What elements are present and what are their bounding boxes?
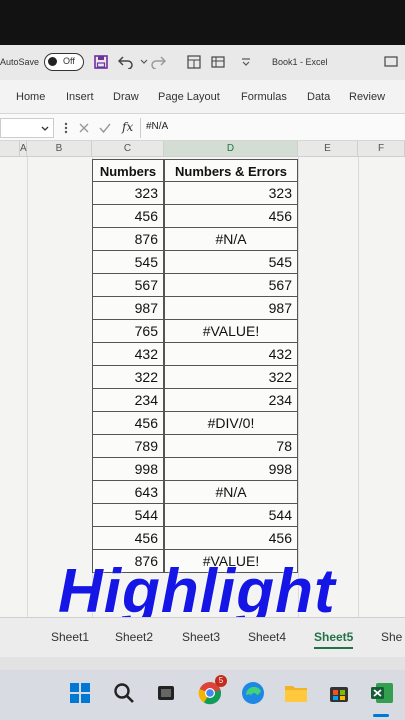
autosave-state: Off	[63, 56, 75, 66]
file-explorer-icon[interactable]	[283, 680, 309, 706]
cell-numbers[interactable]: 789	[92, 435, 164, 458]
autosave-toggle[interactable]: Off	[44, 53, 84, 71]
sheet-tab-5[interactable]: Sheet5	[314, 630, 354, 649]
tab-review[interactable]: Review	[349, 91, 385, 103]
sheet-tab-4[interactable]: Sheet4	[248, 630, 286, 644]
formula-input[interactable]: #N/A	[146, 121, 168, 132]
insert-function-button[interactable]: fx	[122, 120, 133, 134]
store-icon[interactable]	[326, 680, 352, 706]
ribbon-tabs: Home Insert Draw Page Layout Formulas Da…	[0, 80, 405, 113]
search-icon[interactable]	[111, 680, 137, 706]
tab-page-layout[interactable]: Page Layout	[158, 91, 220, 103]
customize-quick-access-icon[interactable]	[238, 54, 254, 70]
cell-numbers-errors[interactable]: 544	[164, 504, 298, 527]
cell-numbers-errors[interactable]: 545	[164, 251, 298, 274]
cell-numbers[interactable]: 567	[92, 274, 164, 297]
gridline	[358, 157, 359, 617]
cell-numbers-errors[interactable]: 998	[164, 458, 298, 481]
sheet-tab-2[interactable]: Sheet2	[115, 630, 153, 644]
tab-data[interactable]: Data	[307, 91, 330, 103]
comments-icon[interactable]	[383, 54, 399, 70]
table-icon[interactable]	[210, 54, 226, 70]
column-header-b[interactable]: B	[27, 141, 92, 157]
cell-numbers[interactable]: 456	[92, 205, 164, 228]
select-all-corner[interactable]	[0, 141, 20, 157]
worksheet-grid[interactable]: A B C D E F Numbers Numbers & Errors 323 32…	[0, 141, 405, 617]
tab-insert[interactable]: Insert	[66, 91, 94, 103]
formula-separator	[140, 118, 141, 138]
cell-numbers-errors[interactable]: #N/A	[164, 228, 298, 251]
cell-numbers[interactable]: 432	[92, 343, 164, 366]
header-numbers[interactable]: Numbers	[92, 159, 164, 182]
cell-numbers-errors[interactable]: 567	[164, 274, 298, 297]
redo-icon[interactable]	[150, 54, 166, 70]
cell-numbers[interactable]: 765	[92, 320, 164, 343]
autosave-label: AutoSave	[0, 57, 40, 67]
sheet-tabs: Sheet1 Sheet2 Sheet3 Sheet4 Sheet5 She	[0, 617, 405, 657]
chevron-down-icon[interactable]	[41, 125, 49, 133]
tab-formulas[interactable]: Formulas	[241, 91, 287, 103]
cell-numbers[interactable]: 323	[92, 182, 164, 205]
sheet-tab-6[interactable]: She	[381, 630, 402, 644]
cell-numbers[interactable]: 322	[92, 366, 164, 389]
sheet-tab-1[interactable]: Sheet1	[51, 630, 89, 644]
sheet-tab-3[interactable]: Sheet3	[182, 630, 220, 644]
windows-start-icon[interactable]	[67, 680, 93, 706]
cell-numbers-errors[interactable]: #DIV/0!	[164, 412, 298, 435]
edge-icon[interactable]	[240, 680, 266, 706]
excel-icon[interactable]	[369, 680, 395, 706]
chrome-icon[interactable]: 5	[197, 675, 227, 706]
column-header-c[interactable]: C	[92, 141, 164, 157]
cell-numbers[interactable]: 998	[92, 458, 164, 481]
toggle-knob	[48, 57, 57, 66]
cell-numbers[interactable]: 456	[92, 527, 164, 550]
cell-numbers-errors[interactable]: #VALUE!	[164, 320, 298, 343]
window-title: Book1 - Excel	[272, 57, 328, 67]
task-view-icon[interactable]	[153, 680, 179, 706]
cell-numbers-errors[interactable]: 322	[164, 366, 298, 389]
column-header-d[interactable]: D	[164, 141, 298, 157]
cell-numbers-errors[interactable]: 234	[164, 389, 298, 412]
gridline	[298, 157, 299, 617]
top-dark-bar	[0, 0, 405, 45]
form-icon[interactable]	[186, 54, 202, 70]
cell-numbers-errors[interactable]: 456	[164, 527, 298, 550]
tab-draw[interactable]: Draw	[113, 91, 139, 103]
cell-numbers-errors[interactable]: 456	[164, 205, 298, 228]
cell-numbers[interactable]: 234	[92, 389, 164, 412]
cell-numbers-errors[interactable]: 432	[164, 343, 298, 366]
notification-badge: 5	[215, 675, 227, 687]
formula-bar: fx #N/A	[0, 113, 405, 141]
cell-numbers-errors[interactable]: 78	[164, 435, 298, 458]
gridline	[27, 157, 28, 617]
name-box[interactable]	[0, 118, 54, 138]
cell-numbers[interactable]: 456	[92, 412, 164, 435]
column-header-f[interactable]: F	[358, 141, 405, 157]
cell-numbers[interactable]: 876	[92, 228, 164, 251]
more-options-icon[interactable]	[58, 120, 74, 136]
highlight-overlay-text: Highlight	[58, 557, 336, 617]
active-app-indicator	[373, 714, 389, 717]
cancel-icon[interactable]	[76, 120, 92, 136]
status-bar	[0, 657, 405, 670]
cell-numbers[interactable]: 545	[92, 251, 164, 274]
cell-numbers[interactable]: 544	[92, 504, 164, 527]
column-header-e[interactable]: E	[298, 141, 358, 157]
enter-icon[interactable]	[97, 120, 113, 136]
cell-numbers-errors[interactable]: 987	[164, 297, 298, 320]
cell-numbers[interactable]: 643	[92, 481, 164, 504]
header-numbers-errors[interactable]: Numbers & Errors	[164, 159, 298, 182]
tab-home[interactable]: Home	[16, 91, 45, 103]
title-bar: AutoSave Off Book1 - Excel	[0, 45, 405, 80]
save-icon[interactable]	[93, 54, 109, 70]
cell-numbers-errors[interactable]: #N/A	[164, 481, 298, 504]
undo-icon[interactable]	[118, 54, 134, 70]
cell-numbers[interactable]: 987	[92, 297, 164, 320]
column-header-a[interactable]: A	[20, 141, 27, 157]
taskbar: 5	[0, 670, 405, 720]
cell-numbers-errors[interactable]: 323	[164, 182, 298, 205]
